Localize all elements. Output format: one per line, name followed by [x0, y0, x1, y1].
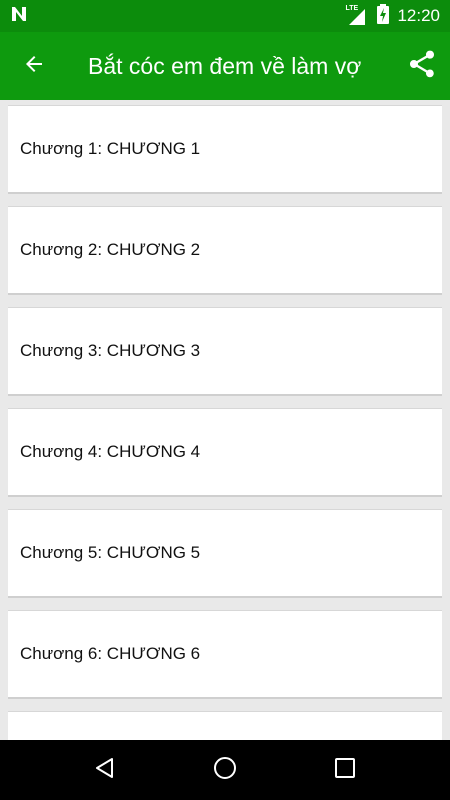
list-item[interactable]: Chương 6: CHƯƠNG 6 [8, 610, 442, 699]
network-type-label: LTE [345, 5, 359, 12]
chapter-list[interactable]: Chương 1: CHƯƠNG 1 Chương 2: CHƯƠNG 2 Ch… [0, 100, 450, 740]
status-bar: LTE 12:20 [0, 0, 450, 32]
recents-square-icon [334, 757, 356, 784]
list-item[interactable]: Chương 3: CHƯƠNG 3 [8, 307, 442, 396]
chapter-label: Chương 2: CHƯƠNG 2 [20, 240, 201, 259]
battery-charging-icon [377, 3, 390, 29]
list-item[interactable]: Chương 4: CHƯƠNG 4 [8, 408, 442, 497]
status-time: 12:20 [397, 6, 440, 25]
home-circle-icon [212, 755, 238, 786]
back-button[interactable] [0, 32, 68, 100]
n-notification-icon [10, 5, 28, 28]
arrow-left-icon [22, 52, 46, 81]
nav-home-button[interactable] [195, 740, 255, 800]
list-item[interactable] [8, 711, 442, 740]
page-title: Bắt cóc em đem về làm vợ [88, 52, 362, 79]
navigation-bar [0, 740, 450, 800]
list-item[interactable]: Chương 2: CHƯƠNG 2 [8, 206, 442, 295]
chapter-label: Chương 3: CHƯƠNG 3 [20, 341, 201, 360]
nav-back-button[interactable] [75, 740, 135, 800]
list-item[interactable]: Chương 5: CHƯƠNG 5 [8, 509, 442, 598]
chapter-label: Chương 1: CHƯƠNG 1 [20, 139, 201, 158]
signal-icon: LTE [345, 5, 369, 26]
share-icon [406, 48, 438, 85]
status-left [10, 5, 28, 28]
chapter-label: Chương 6: CHƯƠNG 6 [20, 644, 201, 663]
chapter-label: Chương 4: CHƯƠNG 4 [20, 442, 201, 461]
back-triangle-icon [93, 756, 117, 785]
share-button[interactable] [394, 32, 450, 100]
nav-recents-button[interactable] [315, 740, 375, 800]
chapter-label: Chương 5: CHƯƠNG 5 [20, 543, 201, 562]
app-bar: Bắt cóc em đem về làm vợ [0, 32, 450, 100]
status-right: LTE 12:20 [345, 3, 440, 29]
list-item[interactable]: Chương 1: CHƯƠNG 1 [8, 105, 442, 194]
